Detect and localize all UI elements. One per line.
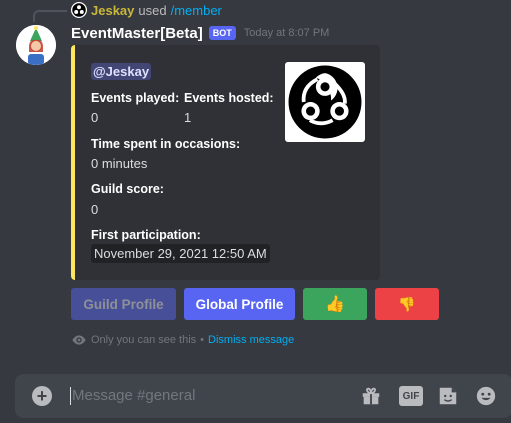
obs-logo-icon (288, 65, 362, 139)
eye-icon (72, 335, 86, 345)
thumbs-up-icon: 👍 (325, 296, 345, 313)
thumbs-up-button[interactable]: 👍 (303, 288, 367, 320)
reply-header: Jeskay used /member (71, 2, 222, 18)
thumbs-down-button[interactable]: 👎 (375, 288, 439, 320)
field-time-spent-value: 0 minutes (91, 156, 148, 171)
bot-avatar[interactable] (16, 25, 56, 65)
field-first-participation-value: November 29, 2021 12:50 AM (91, 244, 270, 263)
field-guild-score-name: Guild score: (91, 182, 164, 196)
text-caret (70, 387, 71, 405)
bot-username[interactable]: EventMaster[Beta] (71, 25, 203, 42)
ephemeral-notice: Only you can see this • Dismiss message (71, 333, 294, 347)
field-events-hosted-value: 1 (184, 110, 192, 125)
ephemeral-separator: • (200, 334, 205, 346)
gift-icon[interactable] (360, 385, 382, 407)
field-events-played-name: Events played: (91, 91, 180, 105)
reply-used-text: used (138, 2, 167, 18)
message-input[interactable]: Message #general (72, 387, 195, 404)
gif-icon[interactable]: GIF (399, 386, 423, 406)
message-timestamp[interactable]: Today at 8:07 PM (244, 27, 330, 39)
gif-label: GIF (402, 390, 420, 402)
first-participation-date: November 29, 2021 12:50 AM (91, 244, 270, 263)
thumbs-down-icon: 👎 (398, 295, 416, 312)
dismiss-message-link[interactable]: Dismiss message (208, 334, 294, 346)
message-header: EventMaster[Beta] BOT Today at 8:07 PM (71, 24, 329, 42)
reply-command[interactable]: /member (171, 3, 222, 18)
field-first-participation-name: First participation: (91, 228, 201, 242)
message-composer[interactable]: + Message #general GIF (15, 374, 511, 418)
reply-connector (33, 10, 67, 22)
field-events-played-value: 0 (91, 110, 99, 125)
reply-avatar[interactable] (71, 2, 87, 18)
global-profile-button[interactable]: Global Profile (184, 288, 295, 320)
user-mention[interactable]: @Jeskay (91, 63, 152, 80)
attach-plus-icon[interactable]: + (32, 386, 52, 406)
sticker-icon[interactable] (437, 385, 459, 407)
emoji-icon[interactable] (475, 385, 497, 407)
field-events-hosted-name: Events hosted: (184, 91, 274, 105)
bot-badge: BOT (208, 26, 236, 40)
member-embed: @Jeskay Events played: 0 Events hosted: … (71, 45, 380, 280)
field-time-spent-name: Time spent in occasions: (91, 137, 241, 151)
reply-username[interactable]: Jeskay (91, 3, 134, 18)
embed-thumbnail[interactable] (285, 62, 365, 142)
guild-profile-button[interactable]: Guild Profile (71, 288, 176, 320)
ephemeral-text: Only you can see this (91, 334, 197, 346)
field-guild-score-value: 0 (91, 202, 99, 217)
